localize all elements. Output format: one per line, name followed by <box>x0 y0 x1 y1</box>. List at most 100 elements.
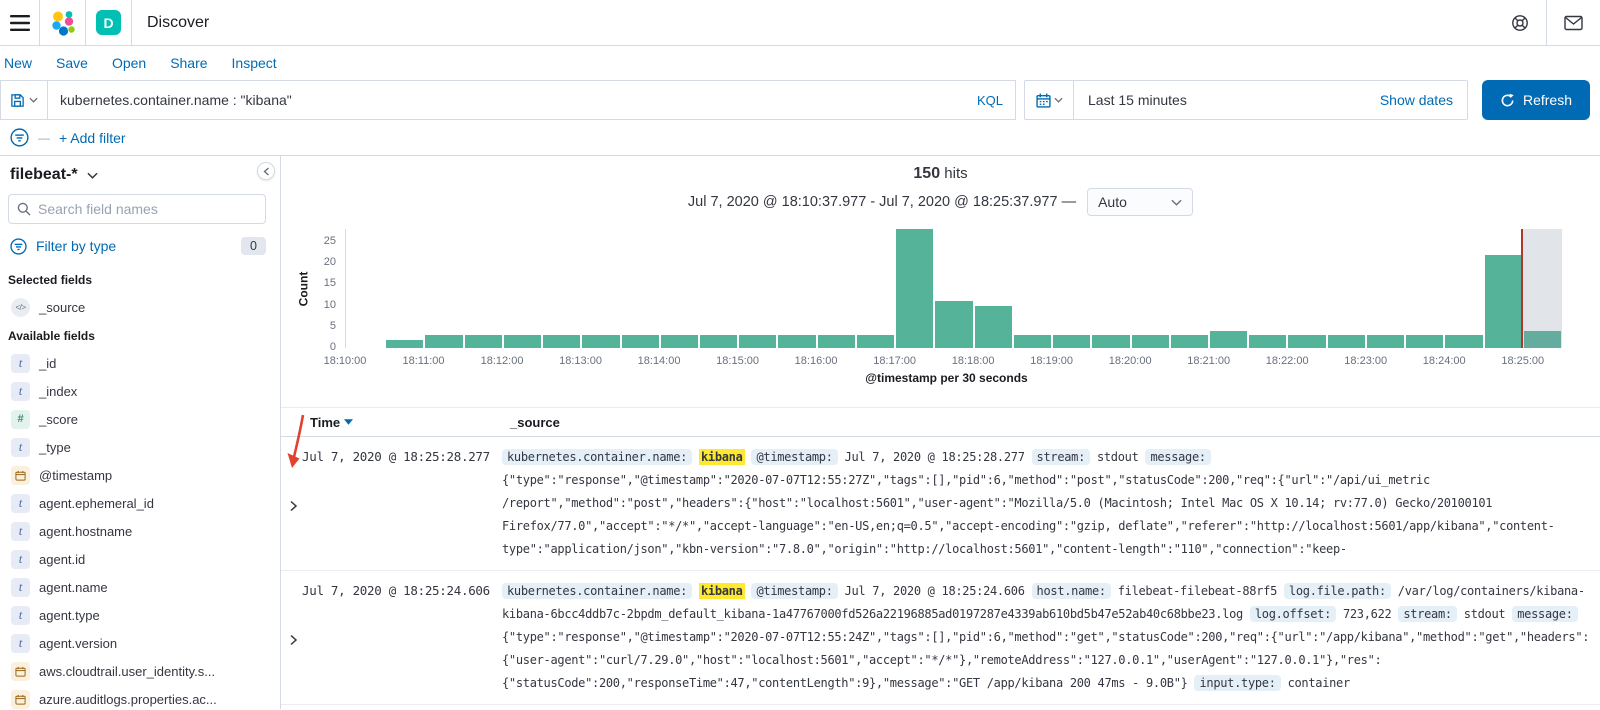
filter-by-type-button[interactable]: Filter by type <box>36 238 116 254</box>
x-tick-label: 18:23:00 <box>1344 355 1388 367</box>
chevron-down-icon <box>1053 97 1063 103</box>
field-badge: log.file.path: <box>1283 583 1391 599</box>
source-text: /var/log/containers/kibana- <box>1390 584 1585 598</box>
x-axis-label: @timestamp per 30 seconds <box>865 371 1028 385</box>
histogram-bar[interactable] <box>1170 335 1208 348</box>
source-column-header: _source <box>510 414 560 430</box>
saved-query-menu-button[interactable] <box>0 80 48 120</box>
field-item-_type[interactable]: t _type <box>8 433 266 461</box>
field-item-@timestamp[interactable]: @timestamp <box>8 461 266 489</box>
filter-icon <box>10 237 27 255</box>
chevron-right-icon <box>290 634 298 645</box>
histogram-bar[interactable] <box>1092 335 1130 348</box>
source-text: {"type":"response","@timestamp":"2020-07… <box>502 630 1590 644</box>
field-item-agent.id[interactable]: t agent.id <box>8 545 266 573</box>
field-item-aws.cloudtrail.user_identity.s...[interactable]: aws.cloudtrail.user_identity.s... <box>8 657 266 685</box>
histogram-bar[interactable] <box>1131 335 1169 348</box>
histogram-bar[interactable] <box>856 335 895 348</box>
y-axis-ticks: 0 5 10 15 20 25 <box>311 229 345 353</box>
time-column-header[interactable]: Time <box>310 415 510 430</box>
query-input[interactable]: kubernetes.container.name : "kibana" KQL <box>48 80 1016 120</box>
expand-document-button[interactable] <box>281 580 302 695</box>
menu-item-new[interactable]: New <box>2 55 44 71</box>
histogram-bar[interactable] <box>1445 335 1483 348</box>
field-item-agent.type[interactable]: t agent.type <box>8 601 266 629</box>
field-item-_id[interactable]: t _id <box>8 349 266 377</box>
space-selector[interactable]: D <box>86 0 132 45</box>
collapse-sidebar-button[interactable] <box>257 162 275 180</box>
add-filter-button[interactable]: + Add filter <box>59 130 126 146</box>
histogram-bar[interactable] <box>503 335 542 348</box>
histogram-bar[interactable] <box>1288 335 1326 348</box>
histogram-bar[interactable] <box>1053 335 1091 348</box>
field-name: @timestamp <box>39 467 113 483</box>
menu-item-share[interactable]: Share <box>158 55 219 71</box>
x-tick-label: 18:20:00 <box>1108 355 1152 367</box>
field-name: _id <box>39 355 57 371</box>
field-item-_index[interactable]: t _index <box>8 377 266 405</box>
histogram-plot-area[interactable] <box>345 229 1562 348</box>
filter-by-type-row: Filter by type 0 <box>8 224 266 267</box>
histogram-bar[interactable] <box>621 335 659 348</box>
histogram-bar[interactable] <box>582 335 620 348</box>
query-language-button[interactable]: KQL <box>967 93 1003 108</box>
field-item-agent.ephemeral_id[interactable]: t agent.ephemeral_id <box>8 489 266 517</box>
interval-select[interactable]: Auto <box>1087 188 1194 216</box>
menu-item-save[interactable]: Save <box>44 55 100 71</box>
discover-main: 150 hits Jul 7, 2020 @ 18:10:37.977 - Ju… <box>281 156 1600 709</box>
documents-table: Time _source Jul 7, 2020 @ 18:25:28.277 k… <box>281 407 1600 705</box>
available-fields-heading: Available fields <box>8 329 95 343</box>
histogram-bar[interactable] <box>425 335 463 348</box>
search-field-names-input[interactable] <box>38 201 257 217</box>
field-item-_source[interactable]: </> _source <box>8 293 266 321</box>
menu-item-inspect[interactable]: Inspect <box>220 55 289 71</box>
histogram-bar[interactable] <box>778 335 816 348</box>
histogram-bar[interactable] <box>543 335 581 348</box>
histogram-bar[interactable] <box>739 335 777 348</box>
hamburger-menu-button[interactable] <box>0 0 40 45</box>
source-text: kibana-6bcc4ddb7c-2bpdm_default_kibana-1… <box>502 607 1250 621</box>
filter-icon[interactable] <box>10 128 29 147</box>
histogram-bar[interactable] <box>1249 335 1287 348</box>
histogram-bar[interactable] <box>935 301 973 348</box>
source-text <box>692 450 699 464</box>
hits-summary: 150 hits <box>281 165 1600 183</box>
date-quick-select-button[interactable] <box>1025 81 1074 119</box>
histogram-bar[interactable] <box>386 339 424 348</box>
field-item-agent.hostname[interactable]: t agent.hostname <box>8 517 266 545</box>
histogram-bar[interactable] <box>1484 254 1522 348</box>
refresh-button[interactable]: Refresh <box>1482 80 1590 120</box>
time-range-button[interactable]: Last 15 minutes <box>1074 92 1187 108</box>
x-axis-ticks: 18:10:00 18:11:00 18:12:00 18:13:00 18:14:00… <box>324 348 1562 370</box>
help-button[interactable] <box>1494 0 1546 45</box>
histogram-bar[interactable] <box>817 335 855 348</box>
field-item-agent.name[interactable]: t agent.name <box>8 573 266 601</box>
elastic-logo[interactable] <box>40 0 86 45</box>
histogram-bar[interactable] <box>1209 331 1248 348</box>
field-item-azure.auditlogs.properties.ac...[interactable]: azure.auditlogs.properties.ac... <box>8 685 266 710</box>
field-name: _type <box>39 439 71 455</box>
search-icon <box>17 202 31 216</box>
field-item-agent.version[interactable]: t agent.version <box>8 629 266 657</box>
index-pattern-selector[interactable]: filebeat-* <box>8 162 266 194</box>
histogram-bar[interactable] <box>1366 335 1405 348</box>
histogram-bar[interactable] <box>1406 335 1444 348</box>
histogram-bar[interactable] <box>700 335 738 348</box>
newsfeed-button[interactable] <box>1547 0 1600 45</box>
field-item-_score[interactable]: # _score <box>8 405 266 433</box>
histogram-bar[interactable] <box>1013 335 1052 348</box>
show-dates-button[interactable]: Show dates <box>1380 92 1467 108</box>
histogram-bar[interactable] <box>896 229 934 348</box>
menu-item-open[interactable]: Open <box>100 55 158 71</box>
table-row: Jul 7, 2020 @ 18:25:28.277 kubernetes.con… <box>281 437 1600 571</box>
histogram-bar[interactable] <box>1327 335 1365 348</box>
field-badge: input.type: <box>1194 675 1281 691</box>
expand-document-button[interactable] <box>281 446 302 561</box>
chevron-left-icon <box>262 166 269 176</box>
field-name: azure.auditlogs.properties.ac... <box>39 691 217 707</box>
histogram-bar[interactable] <box>464 335 502 348</box>
histogram-bar[interactable] <box>660 335 699 348</box>
source-text: Jul 7, 2020 @ 18:25:24.606 <box>837 584 1032 598</box>
histogram-chart: Count 0 5 10 15 20 25 18:10:00 18:11:00 18:12:0… <box>295 229 1562 370</box>
histogram-bar[interactable] <box>974 305 1012 348</box>
